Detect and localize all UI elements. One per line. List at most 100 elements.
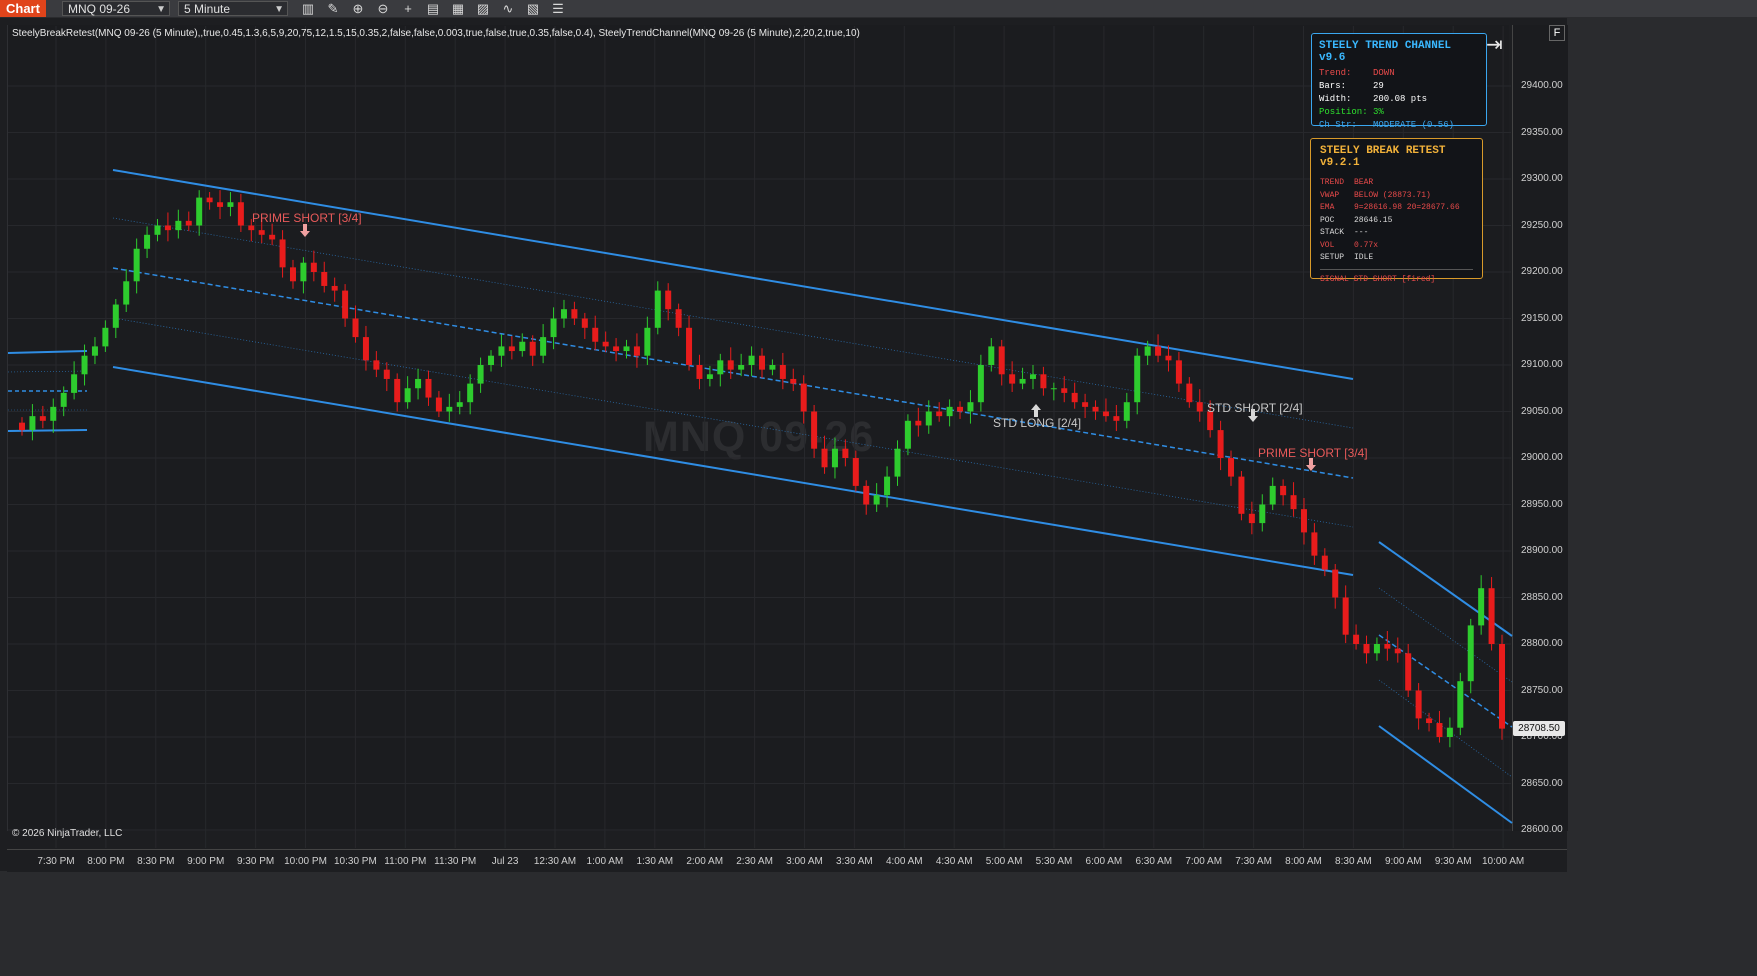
break-retest-row: VWAP BELOW (28873.71) [1320,190,1473,203]
zoom-out-icon[interactable]: ⊖ [375,1,391,16]
price-tick-label: 28600.00 [1521,824,1563,835]
time-tick-label: 4:00 AM [885,856,923,867]
trend-channel-row: Trend: DOWN [1319,67,1479,80]
chevron-down-icon: ▼ [156,4,166,15]
zoom-in-icon[interactable]: ⊕ [350,1,366,16]
time-tick-label: 5:30 AM [1035,856,1073,867]
price-tick-label: 28750.00 [1521,684,1563,696]
time-tick-label: Jul 23 [491,856,519,867]
break-retest-row: POC 28646.15 [1320,215,1473,228]
time-tick-label: 4:30 AM [935,856,973,867]
signal-label: STD SHORT [2/4] [1207,401,1303,415]
time-tick-label: 9:30 PM [236,856,275,867]
price-tick-label: 29400.00 [1521,80,1563,91]
time-tick-label: 12:30 AM [533,856,577,867]
time-tick-label: 11:00 PM [384,856,427,867]
trend-channel-title: STEELY TREND CHANNEL v9.6 [1319,40,1452,64]
trend-channel-row: Position: 3% [1319,106,1479,119]
break-retest-row: STACK --- [1320,227,1473,240]
price-tick-label: 29200.00 [1521,266,1563,277]
chevron-down-icon: ▼ [274,4,284,15]
row-value: BEAR [1354,178,1374,187]
trend-channel-row: Bars: 29 [1319,80,1479,93]
time-tick-label: 3:00 AM [786,856,823,867]
panel-divider [1320,268,1473,270]
break-retest-title: STEELY BREAK RETEST v9.2.1 [1320,145,1446,169]
instrument-selector[interactable]: MNQ 09-26 ▼ [62,1,170,16]
row-value: BELOW (28873.71) [1354,190,1431,200]
interval-selector[interactable]: 5 Minute ▼ [178,1,288,16]
chart-tab[interactable]: Chart [0,0,46,17]
time-tick-label: 1:30 AM [636,856,674,867]
trend-channel-row: Width: 200.08 pts [1319,93,1479,106]
time-tick-label: 5:00 AM [985,856,1023,867]
right-margin [1567,17,1757,871]
fit-button[interactable]: F [1549,25,1565,41]
break-retest-row: EMA 9=28616.98 20=28677.66 [1320,202,1473,215]
crosshair-icon[interactable]: + [400,1,416,16]
break-retest-row: VOL 0.77x [1320,240,1473,253]
row-value: --- [1354,228,1369,237]
data-box-icon[interactable]: ▤ [425,1,441,16]
price-tick-label: 29050.00 [1521,405,1563,417]
time-tick-label: 9:00 AM [1384,856,1422,867]
row-value: MODERATE (0.56) [1373,120,1455,130]
time-tick-label: 8:00 AM [1285,856,1322,867]
indicator-parameters: SteelyBreakRetest(MNQ 09-26 (5 Minute),,… [12,28,860,39]
price-tick-label: 29100.00 [1521,359,1563,370]
price-tick-label: 28950.00 [1521,498,1563,510]
instrument-watermark: MNQ 09-26 [643,413,875,461]
instrument-value: MNQ 09-26 [68,2,131,16]
time-tick-label: 7:30 AM [1235,856,1272,867]
row-key: Ch Str: [1319,120,1357,130]
copyright-text: © 2026 NinjaTrader, LLC [12,828,123,839]
time-tick-label: 2:30 AM [736,856,773,867]
price-tick-label: 29350.00 [1521,126,1563,138]
time-tick-label: 1:00 AM [586,856,624,867]
menu-icon[interactable]: ☰ [550,1,566,16]
row-key: Position: [1319,107,1368,117]
time-tick-label: 10:00 PM [284,856,327,867]
trend-channel-panel: STEELY TREND CHANNEL v9.6 Trend: DOWN Bars… [1311,33,1487,130]
break-retest-panel: STEELY BREAK RETEST v9.2.1 TREND BEAR VWAP… [1310,138,1483,284]
chart-toolbar: Chart MNQ 09-26 ▼ 5 Minute ▼ ▥ ✎ ⊕ ⊖ + ▤ ▦ ▨ ∿ ▧ ☰ [0,0,1757,18]
strategies-icon[interactable]: ▨ [475,1,491,16]
time-tick-label: 8:00 PM [87,856,125,867]
price-tick-label: 29250.00 [1521,219,1563,231]
row-key: POC [1320,215,1335,225]
indicators-icon[interactable]: ∿ [500,1,516,16]
row-value: 28646.15 [1354,215,1393,225]
row-value: IDLE [1354,253,1374,262]
signal-status: SIGNAL STD SHORT [fired] [1320,274,1436,284]
time-tick-label: 10:30 PM [333,856,377,867]
row-key: VOL [1320,240,1335,250]
row-key: STACK [1320,228,1345,237]
row-key: Width: [1319,94,1352,104]
properties-icon[interactable]: ▧ [525,1,541,16]
row-key: Bars: [1319,81,1347,91]
price-tick-label: 29000.00 [1521,452,1563,463]
scroll-to-end-icon[interactable]: ⇥ [1486,32,1503,57]
time-tick-label: 10:00 AM [1481,856,1525,867]
draw-pencil-icon[interactable]: ✎ [325,1,341,16]
row-value: DOWN [1373,68,1395,78]
time-tick-label: 8:30 AM [1335,856,1372,867]
templates-icon[interactable]: ▦ [450,1,466,16]
signal-label: STD LONG [2/4] [993,416,1082,430]
time-tick-label: 8:30 PM [137,856,175,867]
signal-label: PRIME SHORT [3/4] [252,211,362,225]
time-tick-label: 7:00 AM [1185,856,1223,867]
time-tick-label: 11:30 PM [434,856,477,867]
bars-type-icon[interactable]: ▥ [300,1,316,16]
price-axis[interactable] [1512,25,1568,831]
interval-value: 5 Minute [184,2,231,16]
time-tick-label: 6:30 AM [1135,856,1173,867]
row-value: 0.77x [1354,240,1379,250]
time-tick-label: 6:00 AM [1085,856,1123,867]
row-key: SETUP [1320,253,1345,262]
time-tick-label: 7:30 PM [37,856,75,867]
price-tick-label: 28800.00 [1521,638,1563,649]
time-tick-label: 9:00 PM [187,856,225,867]
price-tick-label: 28850.00 [1521,591,1563,603]
bottom-margin [0,871,1757,976]
